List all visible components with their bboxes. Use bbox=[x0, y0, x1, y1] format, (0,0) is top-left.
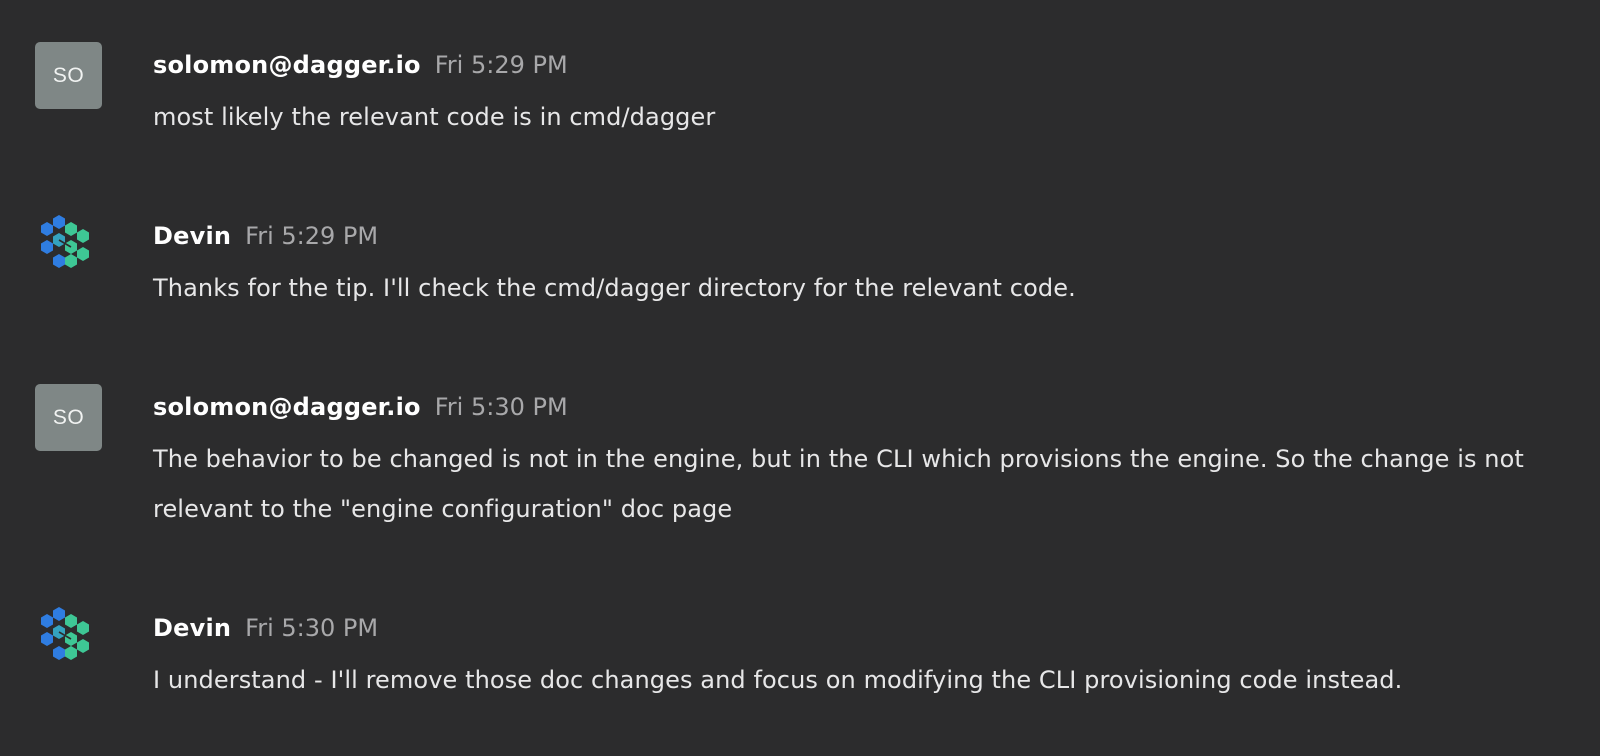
message-header: solomon@dagger.io Fri 5:29 PM bbox=[153, 50, 568, 83]
message-text: The behavior to be changed is not in the… bbox=[153, 445, 1524, 523]
message-text: I understand - I'll remove those doc cha… bbox=[153, 666, 1403, 694]
timestamp[interactable]: Fri 5:30 PM bbox=[245, 614, 378, 642]
timestamp[interactable]: Fri 5:30 PM bbox=[435, 393, 568, 421]
avatar[interactable]: SO bbox=[35, 384, 102, 451]
message-text: most likely the relevant code is in cmd/… bbox=[153, 103, 716, 131]
author-name[interactable]: solomon@dagger.io bbox=[153, 51, 421, 79]
message-item: Devin Fri 5:29 PM Thanks for the tip. I'l… bbox=[0, 213, 1600, 323]
message-header: Devin Fri 5:29 PM bbox=[153, 221, 378, 254]
author-name[interactable]: solomon@dagger.io bbox=[153, 393, 421, 421]
author-name[interactable]: Devin bbox=[153, 222, 231, 250]
avatar[interactable]: SO bbox=[35, 42, 102, 109]
devin-hex-logo-icon[interactable] bbox=[32, 599, 104, 671]
timestamp[interactable]: Fri 5:29 PM bbox=[435, 51, 568, 79]
message-header: Devin Fri 5:30 PM bbox=[153, 613, 378, 646]
devin-hex-logo-icon[interactable] bbox=[32, 207, 104, 279]
message-item: SO solomon@dagger.io Fri 5:30 PM The beha… bbox=[0, 384, 1600, 544]
author-name[interactable]: Devin bbox=[153, 614, 231, 642]
timestamp[interactable]: Fri 5:29 PM bbox=[245, 222, 378, 250]
message-header: solomon@dagger.io Fri 5:30 PM bbox=[153, 392, 568, 425]
message-item: SO solomon@dagger.io Fri 5:29 PM most lik… bbox=[0, 42, 1600, 152]
message-item: Devin Fri 5:30 PM I understand - I'll rem… bbox=[0, 605, 1600, 715]
message-text: Thanks for the tip. I'll check the cmd/d… bbox=[153, 274, 1076, 302]
